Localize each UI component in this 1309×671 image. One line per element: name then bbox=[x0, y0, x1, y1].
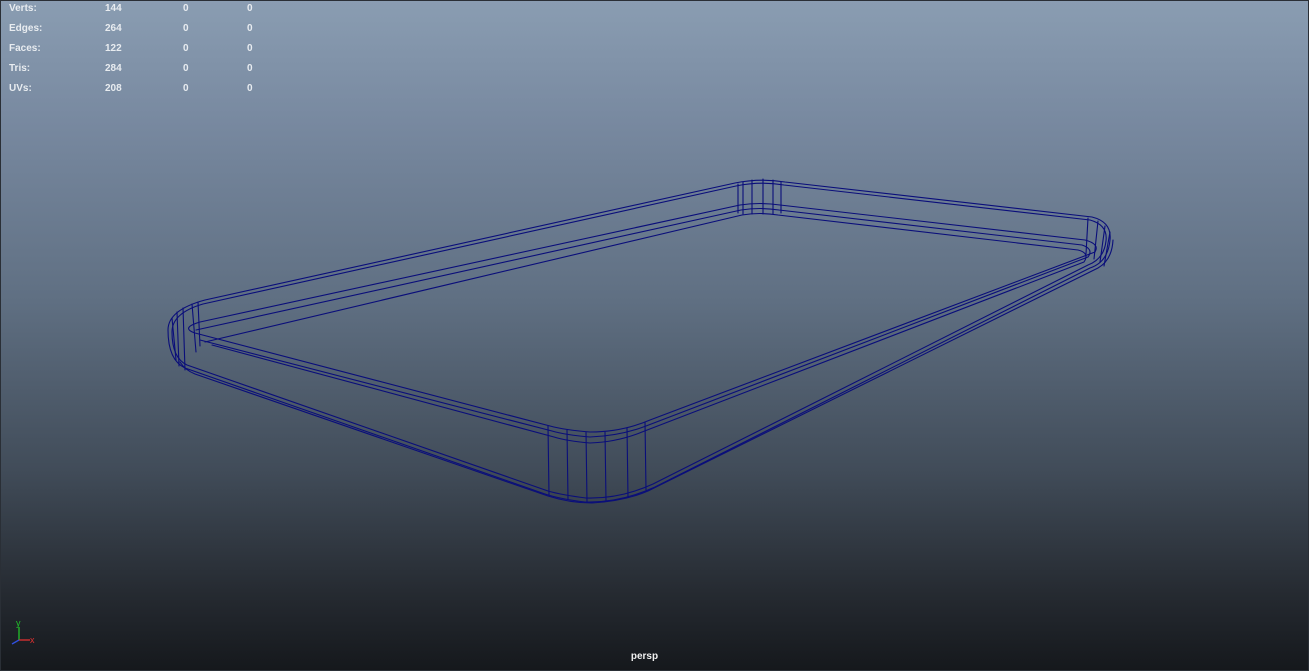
hud-value: 0 bbox=[183, 3, 189, 14]
hud-value: 0 bbox=[183, 23, 189, 34]
hud-label: Faces: bbox=[9, 43, 41, 54]
axis-gizmo-icon: y x bbox=[11, 618, 35, 645]
hud-value: 0 bbox=[247, 23, 253, 34]
hud-value: 0 bbox=[247, 63, 253, 74]
viewport-persp[interactable]: Verts: 144 0 0 Edges: 264 0 0 Faces: 122… bbox=[0, 0, 1309, 671]
camera-name-label: persp bbox=[630, 651, 659, 662]
hud-value: 0 bbox=[247, 83, 253, 94]
hud-value: 0 bbox=[183, 83, 189, 94]
hud-label: Verts: bbox=[9, 3, 37, 14]
hud-value: 264 bbox=[105, 23, 122, 34]
tray-mesh-wireframe[interactable] bbox=[0, 0, 1309, 671]
inner-floor bbox=[204, 212, 1087, 444]
z-axis-line bbox=[11, 639, 20, 645]
inner-top-rim bbox=[188, 202, 1097, 433]
hud-value: 0 bbox=[183, 43, 189, 54]
hud-value: 284 bbox=[105, 63, 122, 74]
outer-top-rim bbox=[167, 179, 1111, 503]
hud-value: 208 bbox=[105, 83, 122, 94]
hud-value: 0 bbox=[183, 63, 189, 74]
hud-label: Tris: bbox=[9, 63, 31, 74]
y-axis-label: y bbox=[16, 618, 21, 628]
hud-value: 144 bbox=[105, 3, 122, 14]
x-axis-label: x bbox=[30, 635, 35, 645]
hud-value: 122 bbox=[105, 43, 122, 54]
left-corner-edges bbox=[171, 301, 201, 371]
inner-rim-2 bbox=[195, 207, 1091, 438]
hud-label: UVs: bbox=[9, 83, 32, 94]
outer-top-rim-2 bbox=[171, 182, 1107, 499]
hud-value: 0 bbox=[247, 3, 253, 14]
hud-label: Edges: bbox=[9, 23, 43, 34]
hud-value: 0 bbox=[247, 43, 253, 54]
